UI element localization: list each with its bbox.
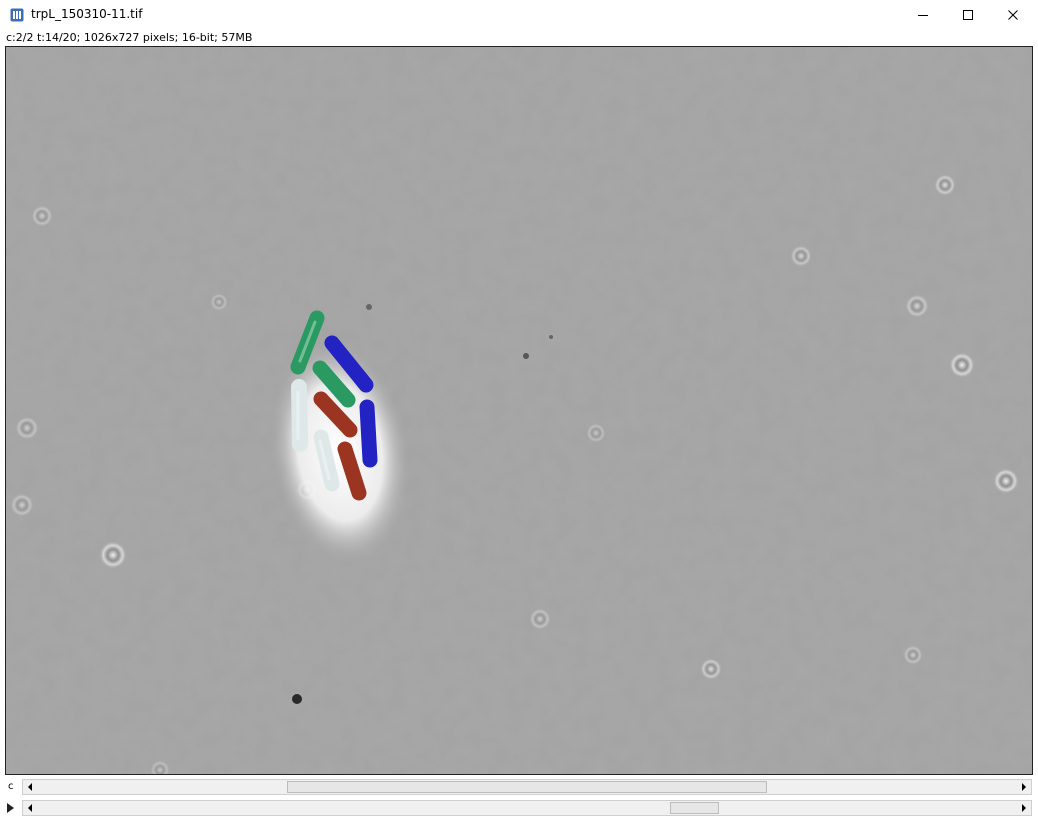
frame-scroll-track[interactable] [37, 801, 1017, 815]
channel-scroll-right-button[interactable] [1017, 780, 1031, 794]
chevron-right-icon [1022, 783, 1026, 791]
maximize-icon [963, 10, 973, 20]
channel-label: c [8, 781, 14, 792]
close-icon [1008, 10, 1018, 20]
image-canvas[interactable] [5, 46, 1033, 775]
frame-scrollbar[interactable] [22, 800, 1032, 816]
microscopy-image [6, 47, 1032, 774]
image-info-bar: c:2/2 t:14/20; 1026x727 pixels; 16-bit; … [6, 31, 253, 44]
frame-scroll-right-button[interactable] [1017, 801, 1031, 815]
close-button[interactable] [990, 0, 1036, 30]
title-bar: trpL_150310-11.tif [0, 0, 1038, 30]
cell-blue-2[interactable] [359, 399, 378, 468]
chevron-left-icon [28, 783, 32, 791]
play-animation-icon[interactable] [7, 803, 14, 813]
chevron-left-icon [28, 804, 32, 812]
frame-scroll-left-button[interactable] [23, 801, 37, 815]
cell-white-2[interactable] [313, 429, 340, 492]
channel-scrollbar[interactable] [22, 779, 1032, 795]
frame-scroll-thumb[interactable] [670, 802, 720, 814]
channel-scroll-track[interactable] [37, 780, 1017, 794]
window-title: trpL_150310-11.tif [31, 7, 143, 21]
minimize-button[interactable] [900, 0, 946, 30]
imagej-app-icon [10, 8, 24, 22]
channel-scroll-left-button[interactable] [23, 780, 37, 794]
maximize-button[interactable] [945, 0, 991, 30]
channel-scroll-thumb[interactable] [286, 781, 768, 793]
minimize-icon [918, 15, 928, 16]
chevron-right-icon [1022, 804, 1026, 812]
